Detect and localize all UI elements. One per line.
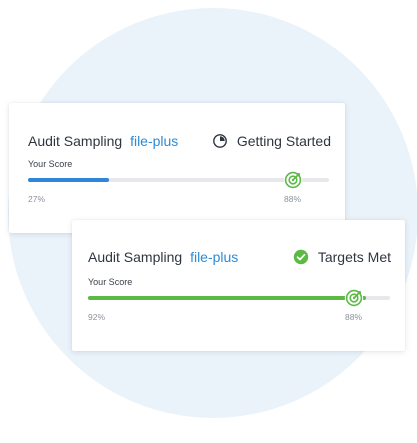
target-percent: 88% xyxy=(283,194,301,204)
status-indicator: Targets Met xyxy=(293,247,391,267)
score-progress-fill xyxy=(28,178,110,182)
target-icon xyxy=(344,288,364,308)
card-title: Audit Sampling file-plus xyxy=(28,131,178,151)
page: Audit Sampling file-plus Getting Started… xyxy=(0,0,417,443)
check-circle-icon xyxy=(293,249,309,265)
target-percent: 88% xyxy=(344,312,362,322)
score-progress-fill xyxy=(88,296,366,300)
score-percent: 27% xyxy=(28,194,46,204)
score-label: Your Score xyxy=(28,159,73,169)
card-header: Audit Sampling file-plus Getting Started xyxy=(28,131,331,151)
status-indicator: Getting Started xyxy=(212,131,331,151)
file-plus-link[interactable]: file-plus xyxy=(130,133,178,149)
status-label: Targets Met xyxy=(317,249,391,265)
score-card-getting-started[interactable]: Audit Sampling file-plus Getting Started… xyxy=(9,103,345,233)
score-percent: 92% xyxy=(88,312,106,322)
score-card-targets-met[interactable]: Audit Sampling file-plus Targets Met You… xyxy=(72,220,405,351)
card-title: Audit Sampling file-plus xyxy=(88,247,238,267)
score-progress-bar xyxy=(88,288,390,308)
score-progress-bar xyxy=(28,170,329,190)
card-title-text: Audit Sampling xyxy=(88,249,183,265)
file-plus-link[interactable]: file-plus xyxy=(190,249,238,265)
target-icon xyxy=(283,170,303,190)
partial-clock-icon xyxy=(212,133,228,149)
score-label: Your Score xyxy=(88,277,133,287)
status-label: Getting Started xyxy=(236,133,331,149)
card-title-text: Audit Sampling xyxy=(28,133,123,149)
card-header: Audit Sampling file-plus Targets Met xyxy=(88,247,391,267)
